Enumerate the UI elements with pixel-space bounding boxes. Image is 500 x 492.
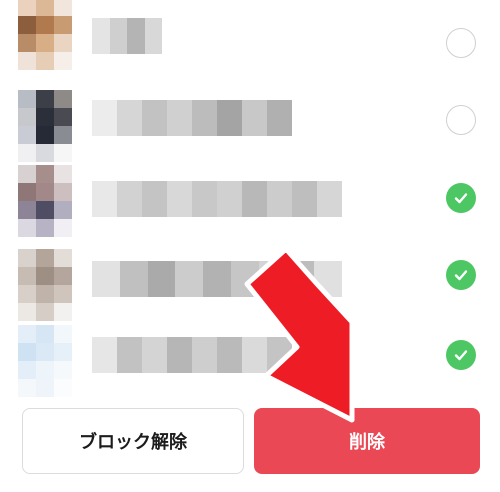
check-icon [454,350,468,361]
unblock-button[interactable]: ブロック解除 [22,408,244,474]
contact-row[interactable] [0,243,500,323]
contact-name [92,261,343,297]
contact-row[interactable] [0,323,500,403]
selection-checkbox[interactable] [446,28,476,58]
contact-row[interactable] [0,0,500,82]
contact-avatar [18,0,72,70]
delete-button[interactable]: 削除 [254,408,480,474]
contact-name [92,181,342,217]
contact-avatar [18,165,72,237]
selection-checkbox[interactable] [446,340,476,370]
selection-checkbox[interactable] [446,260,476,290]
check-icon [454,193,468,204]
contact-row[interactable] [0,82,500,162]
contact-name [92,100,292,136]
selection-checkbox[interactable] [446,183,476,213]
contact-name [92,337,292,373]
contact-avatar [18,325,72,397]
unblock-button-label: ブロック解除 [79,432,187,453]
check-icon [454,270,468,281]
contact-row[interactable] [0,163,500,243]
contact-avatar [18,249,72,321]
contact-name [92,18,162,54]
contact-avatar [18,90,72,162]
selection-checkbox[interactable] [446,105,476,135]
delete-button-label: 削除 [349,432,385,453]
